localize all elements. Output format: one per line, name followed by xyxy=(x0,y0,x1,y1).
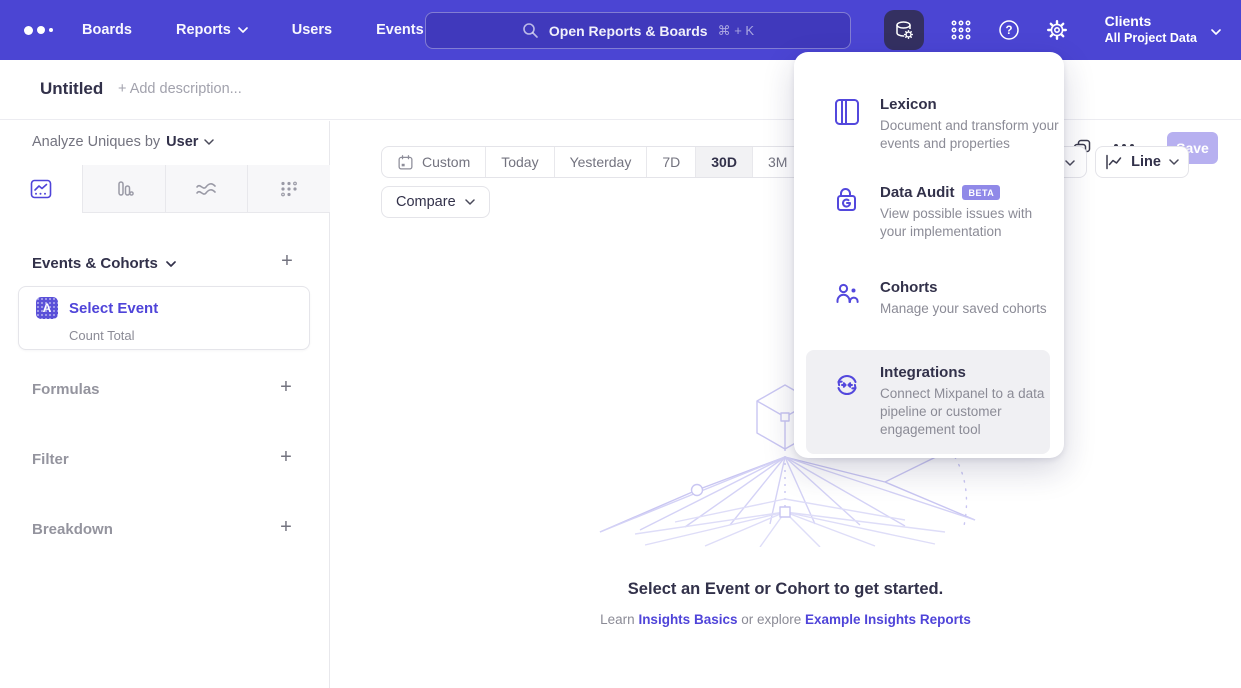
menu-item-lexicon[interactable]: Lexicon Document and transform your even… xyxy=(806,82,1050,167)
global-search-input[interactable]: Open Reports & Boards ⌘ + K xyxy=(425,12,851,49)
chevron-down-icon xyxy=(1211,29,1221,35)
beta-badge: BETA xyxy=(962,185,1000,200)
cohorts-people-icon xyxy=(834,281,860,307)
event-card[interactable]: A Select Event Count Total xyxy=(18,286,310,350)
main-nav: Boards Reports Users Events xyxy=(82,0,424,60)
menu-item-description: Connect Mixpanel to a data pipeline or c… xyxy=(880,385,1062,440)
stacked-chart-tab-icon xyxy=(194,179,218,199)
chevron-down-icon xyxy=(1065,160,1075,166)
empty-state-heading: Select an Event or Cohort to get started… xyxy=(330,580,1241,599)
date-range-custom[interactable]: Custom xyxy=(382,147,485,177)
menu-item-description: Manage your saved cohorts xyxy=(880,300,1062,318)
menu-item-data-audit[interactable]: Data Audit BETA View possible issues wit… xyxy=(806,170,1050,255)
org-name: Clients xyxy=(1105,13,1197,31)
chart-type-tabs xyxy=(0,165,330,213)
formulas-label: Formulas xyxy=(32,381,100,398)
search-placeholder: Open Reports & Boards xyxy=(549,23,708,39)
top-navbar: Boards Reports Users Events Open Reports… xyxy=(0,0,1241,60)
data-audit-icon xyxy=(834,186,860,214)
tab-metrics[interactable] xyxy=(247,165,330,213)
add-formula-button[interactable]: + xyxy=(277,379,295,397)
analyze-label: Analyze Uniques by xyxy=(32,134,160,150)
bar-chart-tab-icon xyxy=(113,179,135,199)
insights-basics-link[interactable]: Insights Basics xyxy=(638,612,737,627)
date-range-30d[interactable]: 30D xyxy=(695,147,752,177)
filter-label: Filter xyxy=(32,451,69,468)
metric-tab-icon xyxy=(279,179,299,199)
help-icon: ? xyxy=(997,18,1021,42)
menu-item-title: Cohorts xyxy=(880,279,938,296)
data-management-icon xyxy=(892,18,916,42)
menu-item-description: View possible issues with your implement… xyxy=(880,205,1062,241)
line-chart-tab-icon xyxy=(30,179,52,199)
lexicon-book-icon xyxy=(834,98,860,126)
tab-stacked-chart[interactable] xyxy=(165,165,248,213)
chevron-down-icon xyxy=(166,261,176,267)
nav-item-reports[interactable]: Reports xyxy=(176,22,248,38)
chevron-down-icon xyxy=(204,139,214,145)
tab-bar-chart[interactable] xyxy=(82,165,165,213)
settings-gear-icon xyxy=(1045,18,1069,42)
chevron-down-icon xyxy=(1169,159,1179,165)
date-range-control: Custom Today Yesterday 7D 30D 3M 6M xyxy=(381,146,854,178)
apps-grid-icon xyxy=(950,19,972,41)
chart-style-dropdown[interactable]: Line xyxy=(1095,146,1189,178)
add-description-field[interactable]: + Add description... xyxy=(118,81,242,97)
breakdown-label: Breakdown xyxy=(32,521,113,538)
mixpanel-logo[interactable] xyxy=(24,0,53,60)
line-chart-icon xyxy=(1105,154,1123,170)
select-event-link[interactable]: Select Event xyxy=(69,300,158,317)
navbar-right: ? Clients All Project Data xyxy=(884,0,1241,60)
tab-line-chart[interactable] xyxy=(0,165,82,213)
nav-item-users[interactable]: Users xyxy=(292,22,332,38)
search-icon xyxy=(522,22,539,39)
add-breakdown-button[interactable]: + xyxy=(277,519,295,537)
calendar-icon xyxy=(397,154,414,171)
add-event-button[interactable]: + xyxy=(278,253,296,271)
event-aggregation-label[interactable]: Count Total xyxy=(69,328,135,343)
settings-button[interactable] xyxy=(1037,10,1077,50)
chevron-down-icon xyxy=(238,27,248,33)
analyze-uniques-row: Analyze Uniques by User xyxy=(32,134,214,150)
add-filter-button[interactable]: + xyxy=(277,449,295,467)
menu-item-title: Integrations xyxy=(880,364,966,381)
menu-item-description: Document and transform your events and p… xyxy=(880,117,1062,153)
integrations-sync-icon xyxy=(834,372,860,398)
analyze-value-dropdown[interactable]: User xyxy=(166,134,198,150)
example-insights-reports-link[interactable]: Example Insights Reports xyxy=(805,612,971,627)
menu-item-integrations[interactable]: Integrations Connect Mixpanel to a data … xyxy=(806,350,1050,454)
project-selector[interactable]: Clients All Project Data xyxy=(1105,13,1197,46)
nav-item-events[interactable]: Events xyxy=(376,22,424,38)
compare-dropdown[interactable]: Compare xyxy=(381,186,490,218)
chevron-down-icon xyxy=(465,199,475,205)
apps-grid-button[interactable] xyxy=(941,10,981,50)
date-range-yesterday[interactable]: Yesterday xyxy=(554,147,647,177)
data-management-dropdown-panel: Lexicon Document and transform your even… xyxy=(794,52,1064,458)
search-shortcut: ⌘ + K xyxy=(718,23,755,39)
date-range-7d[interactable]: 7D xyxy=(646,147,695,177)
data-management-button[interactable] xyxy=(884,10,924,50)
menu-item-title: Lexicon xyxy=(880,96,937,113)
menu-item-cohorts[interactable]: Cohorts Manage your saved cohorts xyxy=(806,265,1050,332)
menu-item-title: Data Audit xyxy=(880,184,954,201)
date-range-today[interactable]: Today xyxy=(485,147,553,177)
empty-state-links: Learn Insights Basics or explore Example… xyxy=(330,612,1241,627)
nav-item-boards[interactable]: Boards xyxy=(82,22,132,38)
events-cohorts-title[interactable]: Events & Cohorts xyxy=(32,255,176,272)
report-title[interactable]: Untitled xyxy=(40,79,103,99)
project-name: All Project Data xyxy=(1105,31,1197,47)
query-builder-sidebar: Analyze Uniques by User xyxy=(0,121,330,688)
mixpanel-insights-page: Boards Reports Users Events Open Reports… xyxy=(0,0,1241,688)
svg-text:?: ? xyxy=(1005,25,1012,37)
help-button[interactable]: ? xyxy=(989,10,1029,50)
event-letter-badge: A xyxy=(36,297,58,319)
